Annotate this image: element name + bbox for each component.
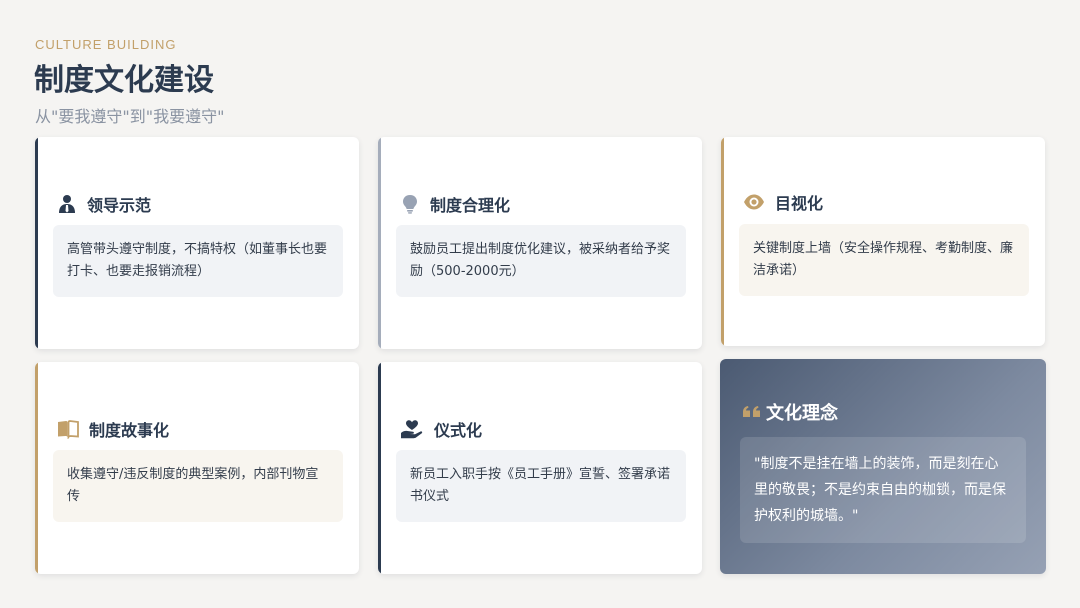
card-accent-bar [378,137,381,349]
card-description: 高管带头遵守制度，不搞特权（如董事长也要打卡、也要走报销流程） [53,225,343,297]
card-accent-bar [35,137,38,349]
eyebrow-label: CULTURE BUILDING [35,37,177,52]
card-description: 收集遵守/违反制度的典型案例，内部刊物宣传 [53,450,343,522]
card-header: 目视化 [743,190,823,214]
card-culture-concept: 文化理念 "制度不是挂在墙上的装饰，而是刻在心里的敬畏；不是约束自由的枷锁，而是… [720,359,1046,574]
card-accent-bar [378,362,381,574]
card-title: 目视化 [775,194,824,213]
card-description: 新员工入职手按《员工手册》宣誓、签署承诺书仪式 [396,450,686,522]
card-header: 制度故事化 [57,417,169,441]
quote-icon [742,404,762,420]
card-description: 鼓励员工提出制度优化建议，被采纳者给予奖励（500-2000元） [396,225,686,297]
card-header: 仪式化 [400,417,482,441]
leader-icon [57,194,77,214]
card-header: 制度合理化 [400,192,510,216]
hand-heart-icon [400,419,424,439]
card-accent-bar [721,137,724,346]
card-title: 制度故事化 [89,421,170,440]
card-accent-bar [35,362,38,574]
card-description: 关键制度上墙（安全操作规程、考勤制度、廉洁承诺） [739,224,1029,296]
card-title: 领导示范 [87,196,152,215]
page-title: 制度文化建设 [34,63,214,98]
card-title: 文化理念 [766,403,838,424]
card-rationalization: 制度合理化 鼓励员工提出制度优化建议，被采纳者给予奖励（500-2000元） [378,137,702,349]
card-header: 领导示范 [57,192,151,216]
book-icon [57,419,79,440]
card-leader-example: 领导示范 高管带头遵守制度，不搞特权（如董事长也要打卡、也要走报销流程） [35,137,359,349]
card-visualization: 目视化 关键制度上墙（安全操作规程、考勤制度、廉洁承诺） [721,137,1045,346]
card-storytelling: 制度故事化 收集遵守/违反制度的典型案例，内部刊物宣传 [35,362,359,574]
page-subtitle: 从"要我遵守"到"我要遵守" [35,107,225,126]
quote-text: "制度不是挂在墙上的装饰，而是刻在心里的敬畏；不是约束自由的枷锁，而是保护权利的… [740,437,1026,543]
eye-icon [743,192,765,212]
card-header: 文化理念 [742,399,838,425]
card-title: 制度合理化 [430,196,511,215]
card-title: 仪式化 [434,421,483,440]
card-ritualization: 仪式化 新员工入职手按《员工手册》宣誓、签署承诺书仪式 [378,362,702,574]
lightbulb-icon [400,194,420,214]
